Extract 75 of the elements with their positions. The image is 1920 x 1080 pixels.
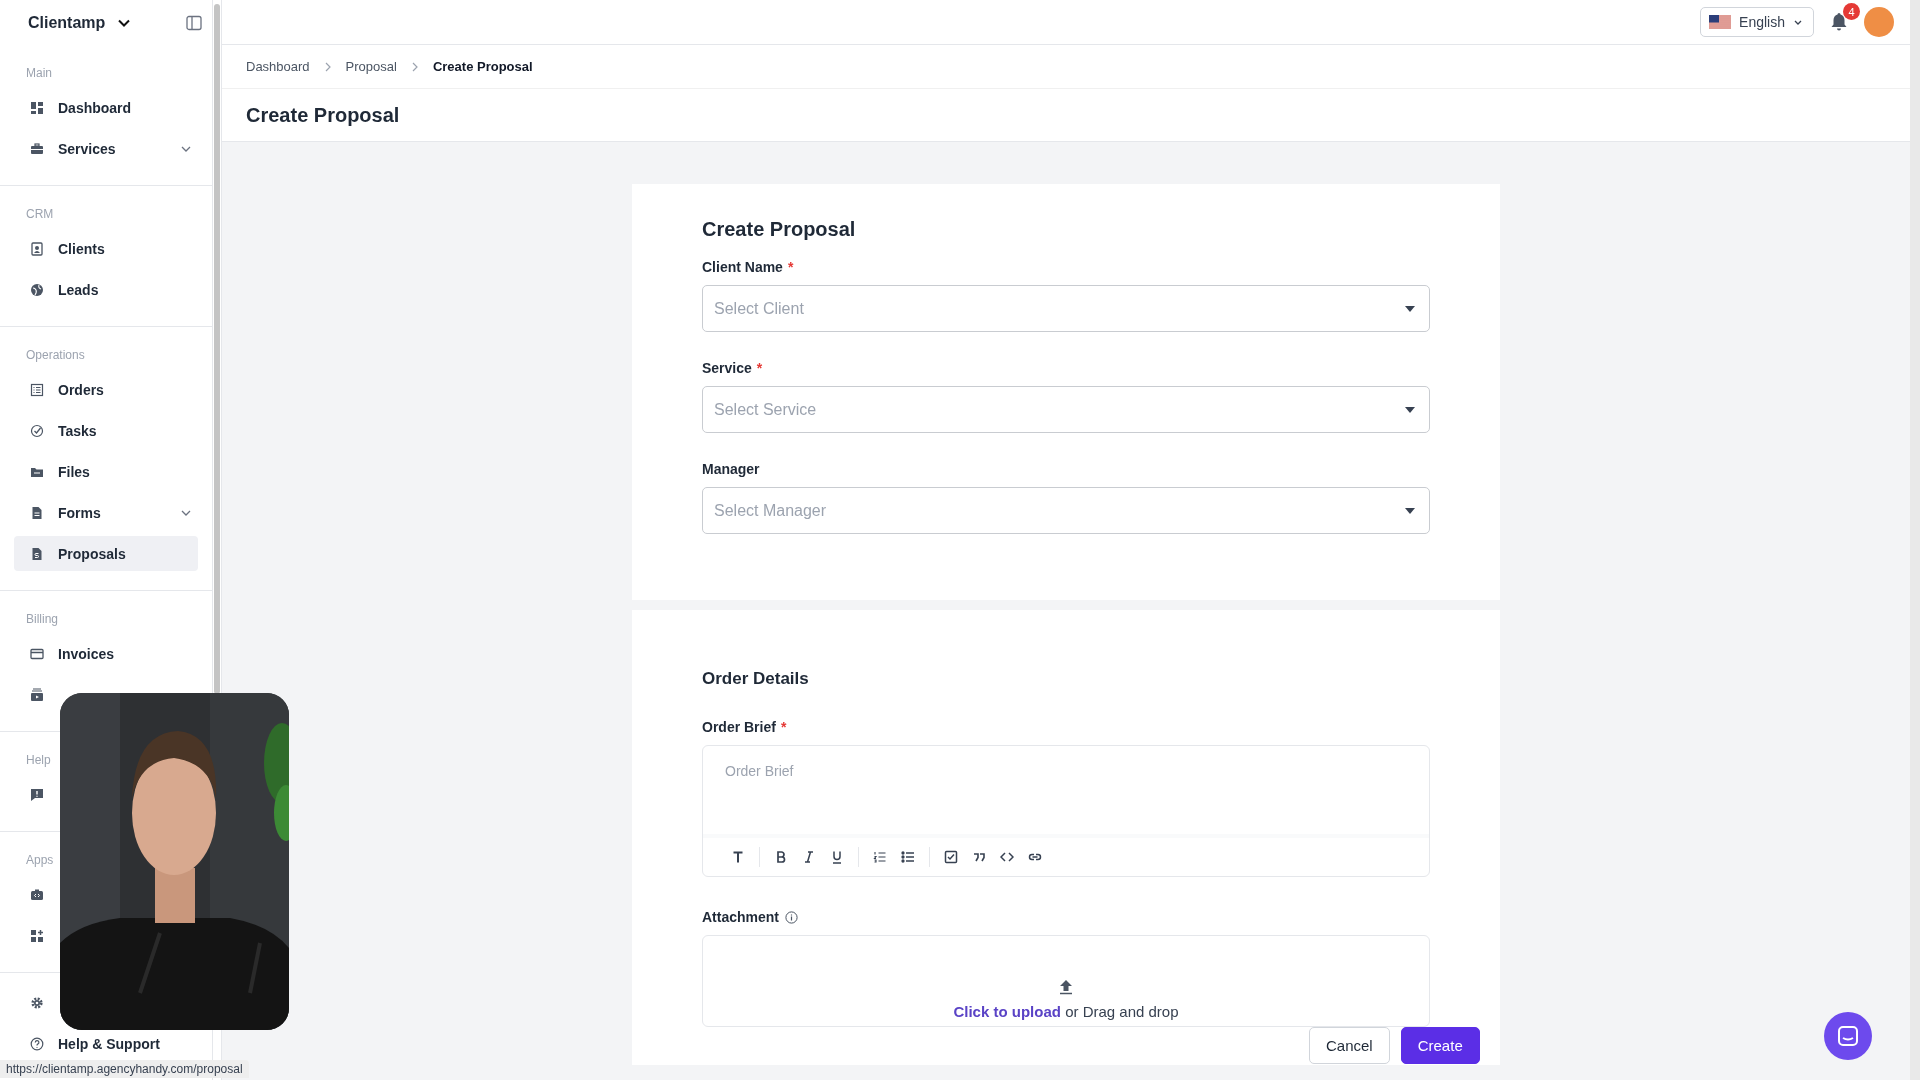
- upload-dropzone[interactable]: Click to upload or Drag and drop: [702, 935, 1430, 1027]
- sidebar-item[interactable]: Orders: [14, 372, 198, 407]
- upload-link[interactable]: Click to upload: [953, 1003, 1061, 1020]
- dashboard-icon: [30, 100, 44, 115]
- info-icon[interactable]: [785, 910, 798, 924]
- sidebar-item[interactable]: Dashboard: [14, 90, 198, 125]
- section-title: Order Details: [702, 669, 810, 689]
- field-label: Manager: [702, 461, 760, 477]
- status-url: https://clientamp.agencyhandy.com/proposal: [0, 1060, 249, 1078]
- breadcrumb-link[interactable]: Proposal: [345, 59, 397, 74]
- field-label: Order Brief: [702, 719, 776, 735]
- contact-icon: [30, 241, 44, 256]
- chat-icon: [30, 787, 44, 802]
- sidebar-item[interactable]: Leads: [14, 272, 198, 307]
- help-icon: [30, 1036, 44, 1051]
- section-title: Main: [25, 65, 53, 82]
- checklist-icon[interactable]: [944, 850, 958, 864]
- camera-icon: [30, 887, 44, 902]
- ordered-list-icon[interactable]: [873, 850, 887, 864]
- sidebar-item[interactable]: Services: [14, 131, 198, 166]
- sidebar-item[interactable]: Proposals: [14, 536, 198, 571]
- stack-icon: [30, 687, 44, 702]
- scrollbar-thumb[interactable]: [214, 4, 220, 694]
- field-label: Attachment: [702, 909, 779, 925]
- section-title: CRM: [25, 206, 55, 223]
- sidebar-item[interactable]: Tasks: [14, 413, 198, 448]
- upload-hint: or Drag and drop: [1065, 1003, 1179, 1020]
- check-icon: [30, 423, 44, 438]
- globe-icon: [30, 282, 44, 297]
- language-select[interactable]: English: [1700, 7, 1814, 37]
- chevron-right-icon: [323, 61, 332, 72]
- underline-icon[interactable]: [830, 850, 844, 864]
- workspace-name[interactable]: Clientamp: [28, 13, 106, 32]
- list-icon: [30, 382, 44, 397]
- chevron-right-icon: [410, 61, 419, 72]
- dropdown-caret-icon: [1405, 406, 1415, 413]
- field-label: Client Name: [702, 259, 783, 275]
- sidebar-item[interactable]: Files: [14, 454, 198, 489]
- field-label: Service: [702, 360, 752, 376]
- section-title: Help: [25, 752, 52, 769]
- notification-bell-icon[interactable]: [1830, 12, 1848, 32]
- italic-icon[interactable]: [802, 850, 816, 864]
- card-icon: [30, 646, 44, 661]
- dropdown-caret-icon: [1405, 507, 1415, 514]
- section-title: Billing: [25, 611, 59, 628]
- doc-icon: [30, 505, 44, 520]
- sidebar-item[interactable]: Invoices: [14, 636, 198, 671]
- briefcase-icon: [30, 141, 44, 156]
- required-marker: *: [756, 360, 763, 376]
- apps-icon: [30, 928, 44, 943]
- flag-icon: [1709, 15, 1732, 29]
- required-marker: *: [780, 719, 787, 735]
- create-button[interactable]: Create: [1400, 1027, 1480, 1064]
- upload-icon: [1059, 979, 1073, 995]
- cancel-button[interactable]: Cancel: [1309, 1027, 1390, 1064]
- dropdown-caret-icon: [1405, 305, 1415, 312]
- sidebar-item[interactable]: Clients: [14, 231, 198, 266]
- bold-icon[interactable]: [774, 850, 788, 864]
- quote-icon[interactable]: [972, 850, 986, 864]
- section-title: Operations: [25, 347, 86, 364]
- notification-count: 4: [1843, 3, 1860, 20]
- docmoney-icon: [30, 546, 44, 561]
- sidebar-toggle-icon[interactable]: [186, 14, 202, 31]
- sidebar-item[interactable]: Help & Support: [14, 1026, 198, 1061]
- chat-icon[interactable]: [1824, 1012, 1872, 1060]
- required-marker: *: [787, 259, 794, 275]
- card-title: Create Proposal: [702, 218, 857, 241]
- gear-icon: [30, 995, 44, 1010]
- heading-icon[interactable]: [731, 850, 745, 864]
- code-icon[interactable]: [1000, 850, 1014, 864]
- breadcrumb-link[interactable]: Create Proposal: [432, 59, 533, 74]
- section-title: Apps: [25, 852, 55, 869]
- breadcrumb-link[interactable]: Dashboard: [246, 59, 310, 74]
- sidebar-item[interactable]: Forms: [14, 495, 198, 530]
- bullet-list-icon[interactable]: [901, 850, 915, 864]
